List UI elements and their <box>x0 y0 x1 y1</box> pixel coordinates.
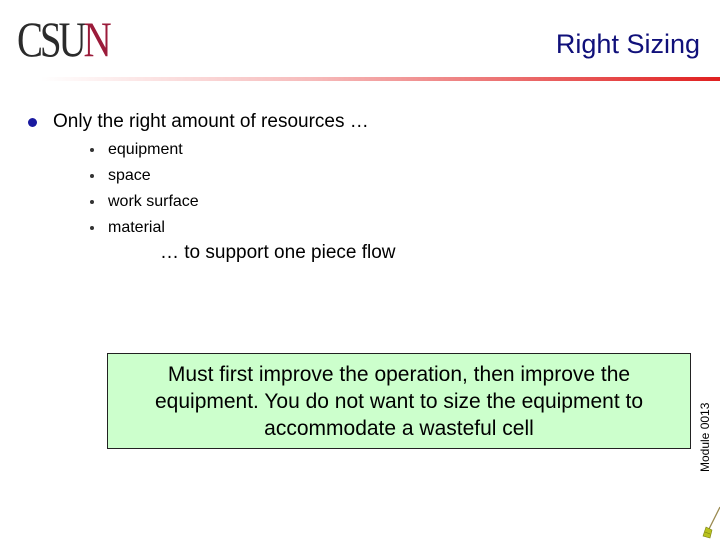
sub-bullet-icon <box>90 200 94 204</box>
tagline: … to support one piece flow <box>160 242 396 263</box>
sub-bullet-icon <box>90 148 94 152</box>
broom-icon <box>702 506 720 539</box>
list-item-text: space <box>108 167 151 184</box>
callout-box: Must first improve the operation, then i… <box>107 353 691 449</box>
bullet-dot-icon <box>28 117 37 127</box>
module-label: Module 0013 <box>698 402 712 472</box>
logo-main: CSU <box>17 11 87 67</box>
list-item-text: equipment <box>108 141 183 158</box>
list-item: space <box>90 163 199 189</box>
header-divider <box>40 77 720 81</box>
sub-bullet-icon <box>90 226 94 230</box>
callout-text: Must first improve the operation, then i… <box>154 362 643 440</box>
main-bullet-item: Only the right amount of resources … <box>28 112 369 132</box>
list-item: work surface <box>90 189 199 215</box>
list-item-text: work surface <box>108 193 199 210</box>
main-bullet-text: Only the right amount of resources … <box>53 111 369 132</box>
resource-list: equipment space work surface material <box>90 137 199 241</box>
list-item-text: material <box>108 219 165 236</box>
sub-bullet-icon <box>90 174 94 178</box>
list-item: equipment <box>90 137 199 163</box>
csun-logo: CSUN <box>17 11 112 67</box>
logo-accent: N <box>83 11 112 67</box>
list-item: material <box>90 215 199 241</box>
slide-title: Right Sizing <box>555 29 700 59</box>
